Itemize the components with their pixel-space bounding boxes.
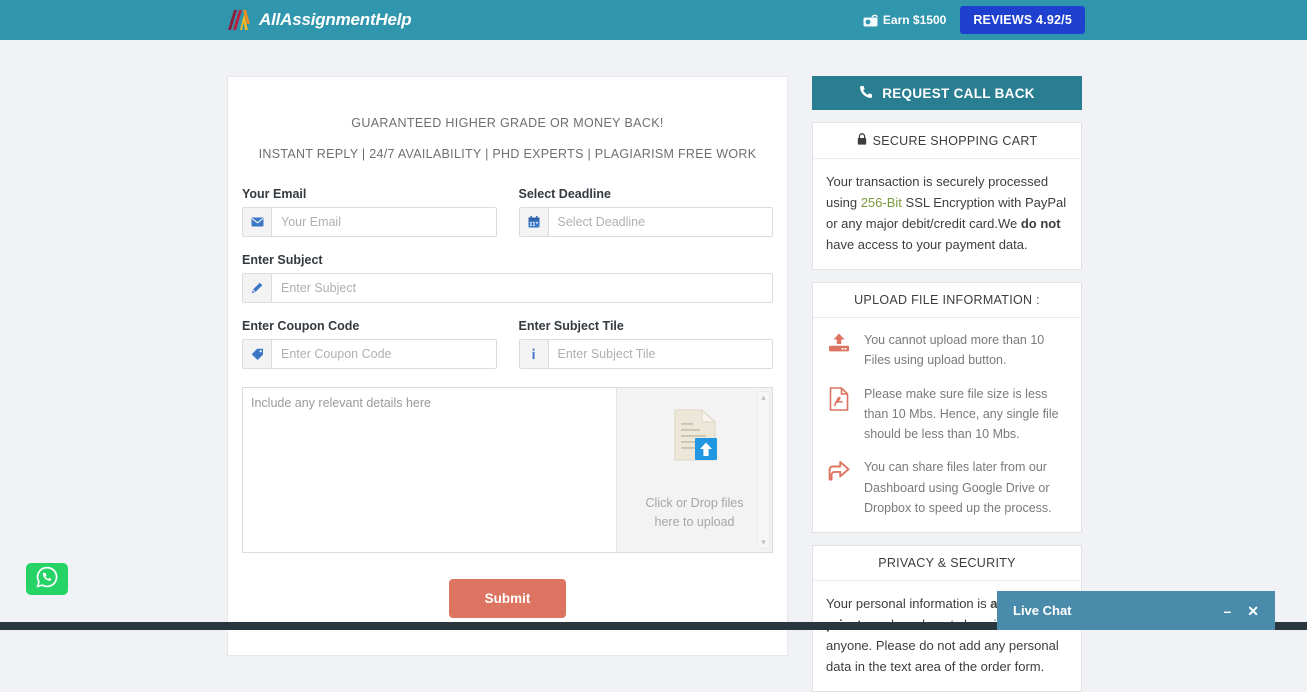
upload-info-item: Please make sure file size is less than … bbox=[826, 384, 1068, 445]
subject-label: Enter Subject bbox=[242, 253, 323, 267]
file-dropzone[interactable]: Click or Drop files here to upload ▴ ▾ bbox=[616, 388, 772, 552]
row-email-deadline: Your Email Select Deadline bbox=[242, 187, 773, 253]
dropzone-scrollbar[interactable]: ▴ ▾ bbox=[757, 391, 770, 549]
upload-info-item: You cannot upload more than 10 Files usi… bbox=[826, 330, 1068, 371]
lock-icon bbox=[857, 133, 867, 148]
phone-icon bbox=[859, 85, 873, 102]
coupon-input[interactable] bbox=[272, 340, 496, 368]
secure-cart-body: Your transaction is securely processed u… bbox=[813, 159, 1081, 269]
dropzone-line1: Click or Drop files bbox=[645, 495, 744, 510]
order-form-card: GUARANTEED HIGHER GRADE OR MONEY BACK! I… bbox=[227, 76, 788, 656]
calendar-icon bbox=[519, 208, 549, 236]
brand-name: AllAssignmentHelp bbox=[259, 10, 412, 29]
field-subject-tile: Enter Subject Tile bbox=[518, 319, 773, 369]
secure-cart-title: SECURE SHOPPING CART bbox=[872, 133, 1038, 148]
privacy-text-1: Your personal information is bbox=[826, 596, 991, 612]
subject-tile-input[interactable] bbox=[548, 340, 772, 368]
deadline-label: Select Deadline bbox=[518, 187, 611, 201]
subject-input[interactable] bbox=[272, 274, 772, 302]
page-content: GUARANTEED HIGHER GRADE OR MONEY BACK! I… bbox=[0, 40, 1307, 692]
order-form-body: Your Email Select Deadline bbox=[228, 187, 787, 618]
brand-logo[interactable]: AllAssignmentHelp bbox=[226, 8, 412, 32]
coupon-input-group[interactable] bbox=[242, 339, 497, 369]
upload-info-item-text: You cannot upload more than 10 Files usi… bbox=[864, 333, 1045, 368]
deadline-input-group[interactable] bbox=[518, 207, 773, 237]
promo-subline: INSTANT REPLY | 24/7 AVAILABILITY | PHD … bbox=[258, 147, 757, 161]
live-chat-title: Live Chat bbox=[1013, 603, 1072, 618]
coupon-label: Enter Coupon Code bbox=[242, 319, 360, 333]
info-icon bbox=[519, 340, 549, 368]
upload-info-item-text: Please make sure file size is less than … bbox=[864, 386, 1059, 442]
secure-cart-bold: do not bbox=[1020, 216, 1061, 232]
email-label: Your Email bbox=[242, 187, 307, 201]
privacy-title: PRIVACY & SECURITY bbox=[878, 556, 1016, 571]
share-arrow-icon bbox=[826, 457, 852, 518]
site-header: AllAssignmentHelp Earn $1500 REVIEWS 4.9… bbox=[0, 0, 1307, 40]
submit-button[interactable]: Submit bbox=[448, 579, 567, 618]
email-input-group[interactable] bbox=[242, 207, 497, 237]
envelope-icon bbox=[243, 208, 272, 236]
reviews-button[interactable]: REVIEWS 4.92/5 bbox=[960, 5, 1085, 35]
pencil-icon bbox=[243, 274, 272, 302]
field-subject: Enter Subject bbox=[242, 253, 773, 303]
email-input[interactable] bbox=[272, 208, 496, 236]
row-coupon-tile: Enter Coupon Code Enter Subject Tile bbox=[242, 319, 773, 385]
upload-info-title: UPLOAD FILE INFORMATION : bbox=[854, 293, 1040, 308]
upload-info-item: You can share files later from our Dashb… bbox=[826, 457, 1068, 518]
secure-cart-highlight: 256-Bit bbox=[860, 195, 902, 211]
upload-info-item-text: You can share files later from our Dashb… bbox=[864, 460, 1052, 515]
deadline-input[interactable] bbox=[548, 208, 772, 236]
live-chat-widget[interactable]: Live Chat – ✕ bbox=[997, 591, 1275, 630]
whatsapp-icon bbox=[36, 566, 58, 593]
live-chat-minimize-icon[interactable]: – bbox=[1223, 604, 1231, 618]
details-and-upload: Click or Drop files here to upload ▴ ▾ bbox=[242, 387, 773, 553]
earn-label: Earn $1500 bbox=[882, 13, 947, 27]
privacy-header: PRIVACY & SECURITY bbox=[813, 546, 1081, 582]
secure-cart-panel: SECURE SHOPPING CART Your transaction is… bbox=[812, 122, 1082, 271]
secure-cart-header: SECURE SHOPPING CART bbox=[813, 123, 1081, 159]
file-upload-icon bbox=[672, 408, 718, 467]
promo-headline: GUARANTEED HIGHER GRADE OR MONEY BACK! bbox=[351, 116, 664, 130]
upload-info-header: UPLOAD FILE INFORMATION : bbox=[813, 283, 1081, 319]
header-right-group: Earn $1500 REVIEWS 4.92/5 bbox=[863, 5, 1085, 35]
money-gift-icon bbox=[863, 14, 878, 27]
field-email: Your Email bbox=[242, 187, 497, 237]
subject-tile-input-group[interactable] bbox=[518, 339, 773, 369]
scroll-up-arrow-icon[interactable]: ▴ bbox=[761, 393, 766, 402]
scroll-down-arrow-icon[interactable]: ▾ bbox=[761, 538, 766, 547]
tag-icon bbox=[243, 340, 272, 368]
aah-logo-icon bbox=[226, 8, 252, 32]
request-call-back-label: REQUEST CALL BACK bbox=[882, 85, 1035, 101]
subject-tile-label: Enter Subject Tile bbox=[518, 319, 624, 333]
upload-info-body: You cannot upload more than 10 Files usi… bbox=[813, 318, 1081, 532]
submit-row: Submit bbox=[242, 579, 773, 618]
secure-cart-text-3: have access to your payment data. bbox=[826, 237, 1028, 253]
earn-link[interactable]: Earn $1500 bbox=[863, 13, 946, 27]
field-coupon: Enter Coupon Code bbox=[242, 319, 497, 369]
pdf-file-icon bbox=[826, 384, 852, 445]
upload-info-panel: UPLOAD FILE INFORMATION : You cannot upl… bbox=[812, 282, 1082, 534]
live-chat-close-icon[interactable]: ✕ bbox=[1247, 604, 1259, 618]
subject-input-group[interactable] bbox=[242, 273, 773, 303]
whatsapp-button[interactable] bbox=[26, 563, 68, 595]
details-textarea[interactable] bbox=[243, 388, 616, 552]
dropzone-text: Click or Drop files here to upload bbox=[635, 494, 755, 533]
upload-server-icon bbox=[826, 330, 852, 371]
dropzone-line2: here to upload bbox=[654, 515, 735, 529]
request-call-back-button[interactable]: REQUEST CALL BACK bbox=[812, 76, 1082, 110]
field-deadline: Select Deadline bbox=[518, 187, 773, 237]
